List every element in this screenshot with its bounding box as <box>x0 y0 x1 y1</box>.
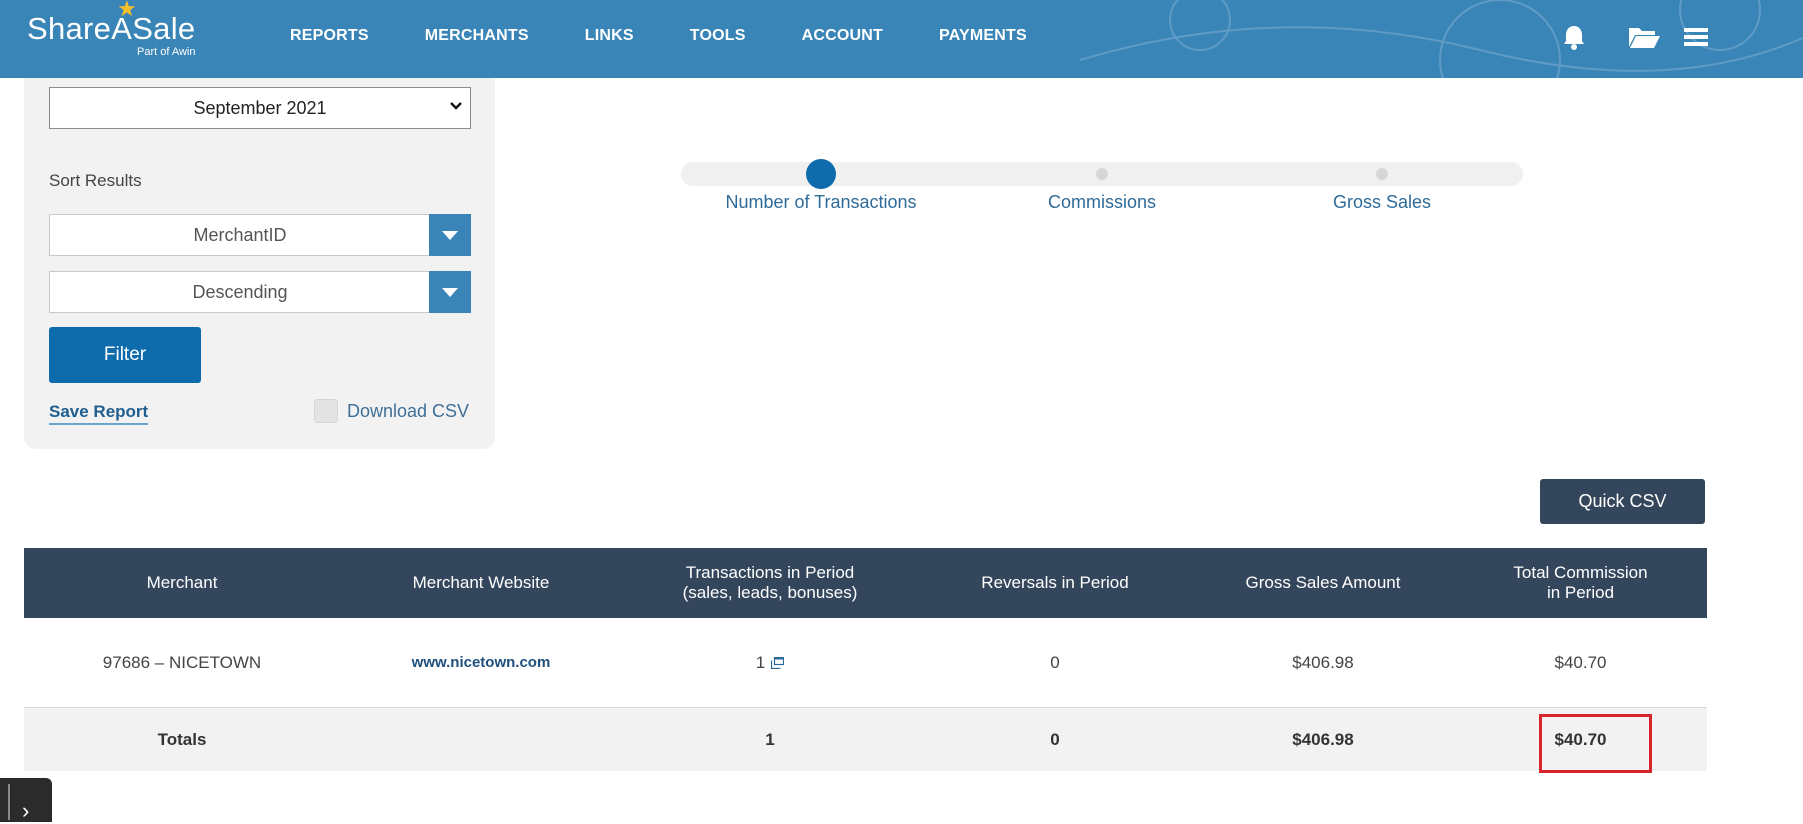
column-header-reversals[interactable]: Reversals in Period <box>918 548 1192 618</box>
save-report-link[interactable]: Save Report <box>49 402 149 425</box>
commission-cell: $40.70 <box>1554 652 1607 672</box>
totals-row: Totals 1 0 $406.98 $40.70 <box>24 708 1707 771</box>
drawer-divider <box>8 784 10 820</box>
chevron-down-icon <box>450 102 462 110</box>
reversals-cell: 0 <box>1050 652 1060 672</box>
slider-stop-gross-sales[interactable] <box>1376 168 1388 180</box>
nav-payments[interactable]: PAYMENTS <box>939 27 1027 45</box>
period-select[interactable]: September 2021 <box>49 87 471 129</box>
column-header-merchant[interactable]: Merchant <box>24 548 340 618</box>
filter-button[interactable]: Filter <box>49 327 201 383</box>
sort-order-dropdown[interactable]: Descending <box>49 271 471 313</box>
sort-by-dropdown[interactable]: MerchantID <box>49 214 471 256</box>
table-header-row: Merchant Merchant Website Transactions i… <box>24 548 1707 618</box>
open-popup-icon[interactable] <box>771 656 785 669</box>
column-header-commission[interactable]: Total Commission in Period <box>1454 548 1707 618</box>
brand-subtitle: Part of Awin <box>137 46 196 58</box>
gross-sales-cell: $406.98 <box>1292 652 1354 672</box>
sharesale-logo[interactable]: ★ ShareASale Part of Awin <box>27 0 196 58</box>
brand-name: ShareASale <box>27 11 196 46</box>
download-csv-checkbox[interactable] <box>314 399 338 423</box>
hamburger-menu-icon[interactable] <box>1682 22 1710 52</box>
transactions-cell[interactable]: 1 <box>622 653 918 673</box>
star-icon: ★ <box>117 0 137 21</box>
bell-icon[interactable] <box>1559 22 1589 52</box>
period-select-value: September 2021 <box>193 97 327 118</box>
column-header-website[interactable]: Merchant Website <box>340 548 622 618</box>
nav-reports[interactable]: REPORTS <box>290 27 369 45</box>
totals-gross-sales: $406.98 <box>1292 729 1354 749</box>
top-navigation-bar: ★ ShareASale Part of Awin REPORTS MERCHA… <box>0 0 1803 78</box>
totals-transactions: 1 <box>765 729 775 749</box>
column-header-gross-sales[interactable]: Gross Sales Amount <box>1192 548 1454 618</box>
slider-stop-transactions[interactable] <box>806 159 836 189</box>
merchant-website-link[interactable]: www.nicetown.com <box>412 654 551 671</box>
merchant-report-table: Merchant Merchant Website Transactions i… <box>24 548 1707 771</box>
quick-csv-button[interactable]: Quick CSV <box>1540 479 1705 524</box>
side-drawer-toggle[interactable]: › <box>0 778 52 823</box>
download-csv-label[interactable]: Download CSV <box>347 401 469 422</box>
transactions-count[interactable]: 1 <box>756 653 765 673</box>
report-filter-panel <box>24 78 495 449</box>
nav-links[interactable]: LINKS <box>585 27 634 45</box>
column-header-transactions[interactable]: Transactions in Period (sales, leads, bo… <box>622 548 918 618</box>
merchant-link[interactable]: 97686 – NICETOWN <box>24 653 340 673</box>
totals-reversals: 0 <box>1050 729 1060 749</box>
totals-label: Totals <box>157 729 207 749</box>
slider-label-gross-sales[interactable]: Gross Sales <box>1333 192 1431 213</box>
table-row: 97686 – NICETOWN www.nicetown.com 1 0 $4… <box>24 618 1707 708</box>
slider-label-transactions[interactable]: Number of Transactions <box>725 192 916 213</box>
nav-tools[interactable]: TOOLS <box>690 27 746 45</box>
sort-order-value: Descending <box>192 282 288 302</box>
nav-account[interactable]: ACCOUNT <box>802 27 883 45</box>
sort-by-value: MerchantID <box>193 225 287 245</box>
highlight-box <box>1539 714 1652 773</box>
sort-results-label: Sort Results <box>49 171 142 190</box>
chevron-right-icon: › <box>22 798 30 823</box>
nav-merchants[interactable]: MERCHANTS <box>425 27 529 45</box>
slider-stop-commissions[interactable] <box>1096 168 1108 180</box>
slider-label-commissions[interactable]: Commissions <box>1048 192 1156 213</box>
main-nav: REPORTS MERCHANTS LINKS TOOLS ACCOUNT PA… <box>290 27 1083 45</box>
sort-by-caret-button[interactable] <box>429 214 471 256</box>
sort-order-caret-button[interactable] <box>429 271 471 313</box>
folder-open-icon[interactable] <box>1627 22 1661 52</box>
